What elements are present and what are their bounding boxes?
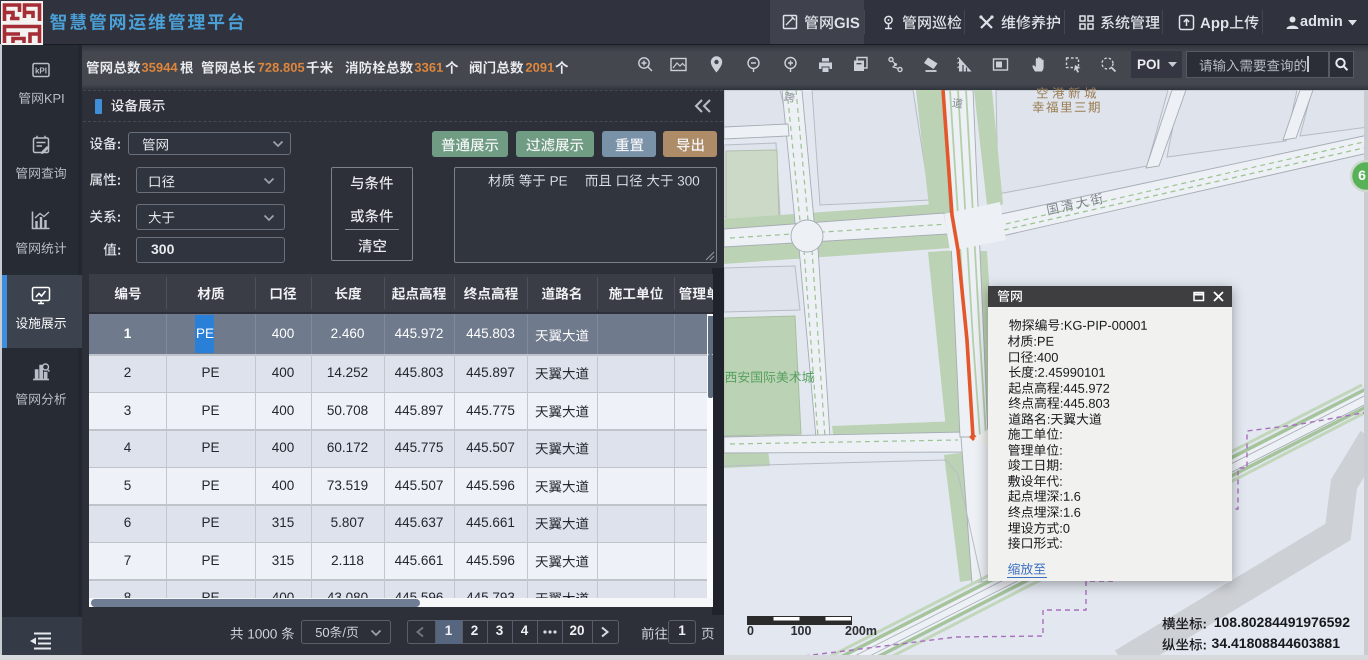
svg-text:kPI: kPI bbox=[35, 66, 47, 75]
